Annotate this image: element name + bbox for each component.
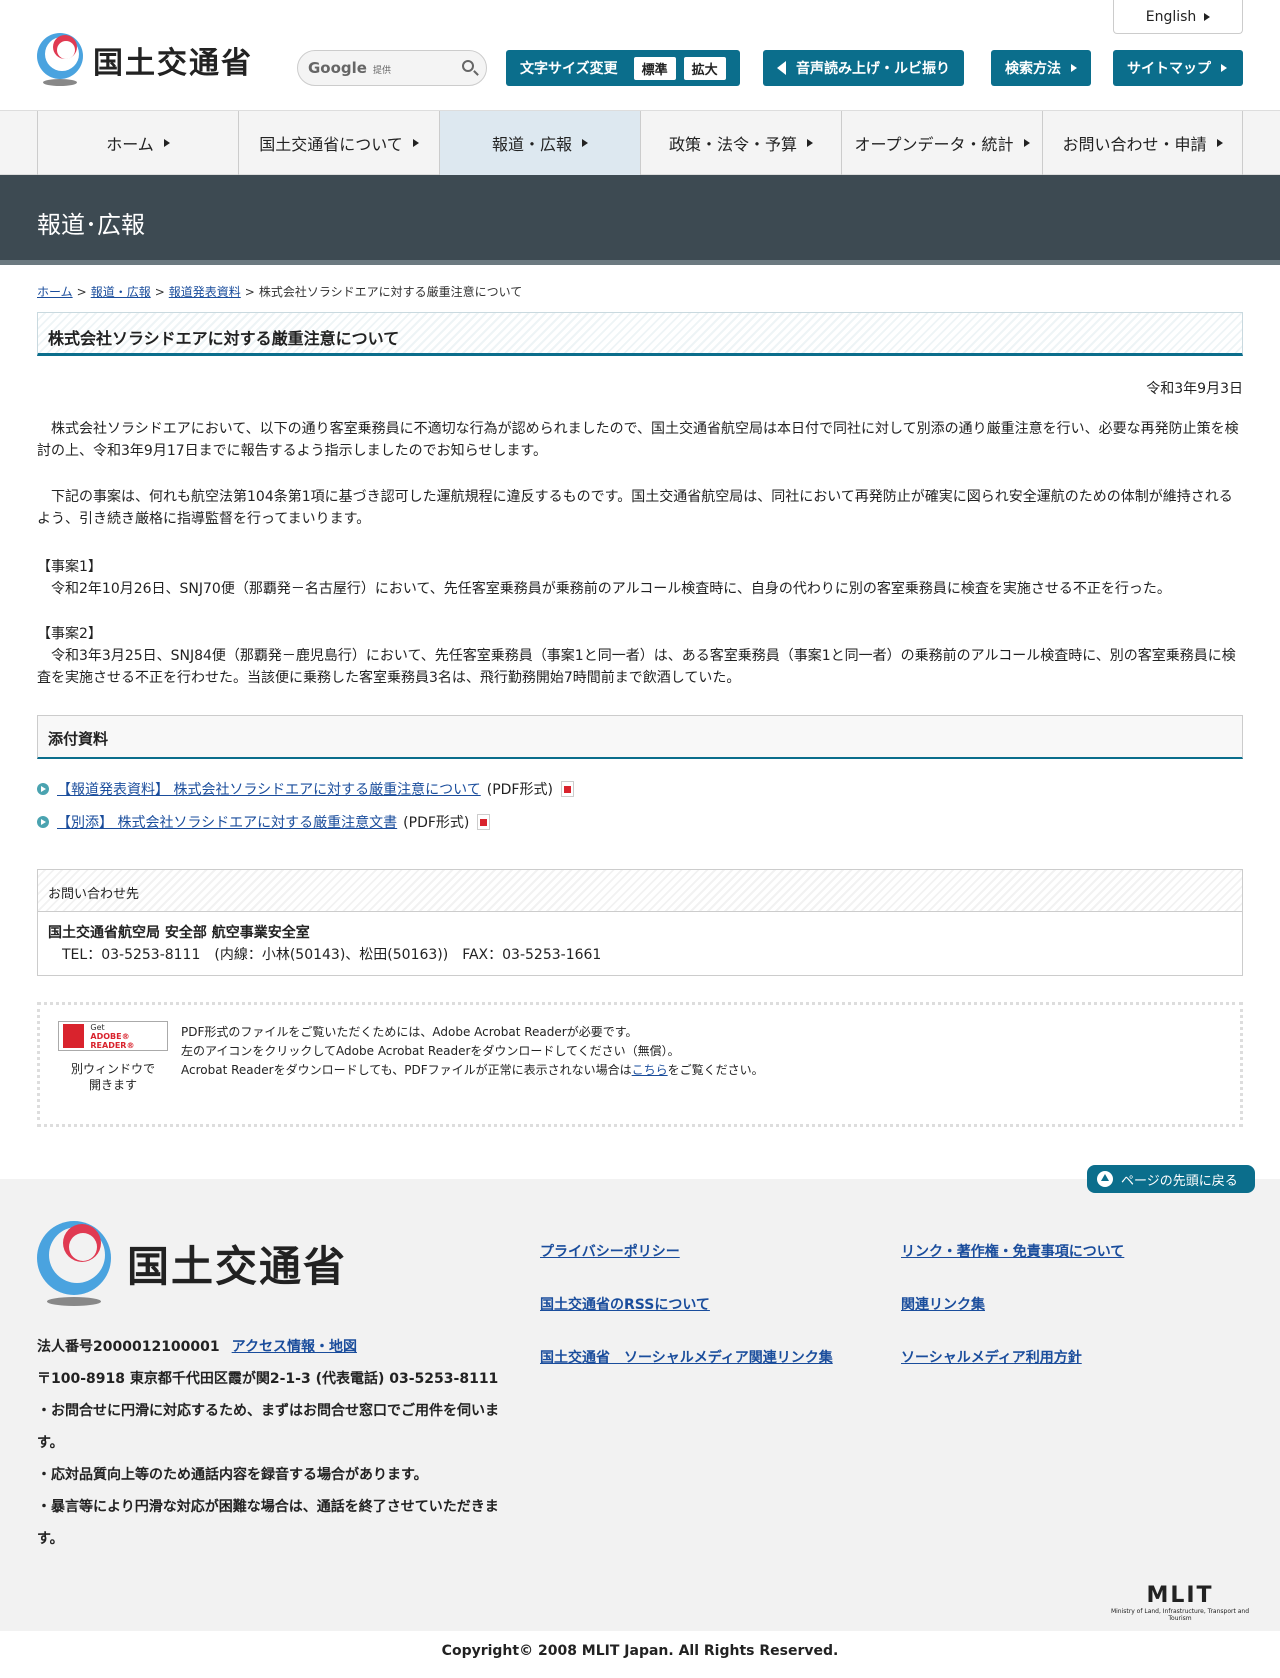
- intro-paragraph: 株式会社ソラシドエアにおいて、以下の通り客室乗務員に不適切な行為が認められました…: [37, 421, 1239, 459]
- nav-item-opendata[interactable]: オープンデータ・統計: [841, 111, 1042, 175]
- contact-org: 国土交通省航空局 安全部 航空事業安全室: [48, 925, 310, 941]
- attachment-link[interactable]: 【報道発表資料】 株式会社ソラシドエアに対する厳重注意について: [57, 779, 481, 799]
- logo-text: 国土交通省: [93, 46, 253, 81]
- bullet-arrow-icon: [37, 816, 49, 828]
- pdf-icon: [560, 781, 574, 797]
- nav-item-press[interactable]: 報道・広報: [439, 111, 640, 175]
- search-provider: Google 提供: [308, 59, 391, 77]
- related-links-link[interactable]: 関連リンク集: [901, 1294, 985, 1314]
- case2-title: 【事案2】: [37, 626, 102, 642]
- arrow-right-icon: [582, 139, 588, 147]
- speech-button[interactable]: 音声読み上げ・ルビ振り: [763, 50, 964, 86]
- pdf-icon: [477, 814, 491, 830]
- new-window-note: 別ウィンドウで 開きます: [70, 1062, 155, 1092]
- mlit-logo: MLIT Ministry of Land, Infrastructure, T…: [1110, 1583, 1250, 1622]
- font-size-control: 文字サイズ変更 標準 拡大: [506, 50, 740, 86]
- sitemap-button[interactable]: サイトマップ: [1113, 50, 1243, 86]
- page-title-bar: 報道･広報: [0, 175, 1280, 265]
- arrow-up-icon: [1097, 1171, 1113, 1187]
- site-logo[interactable]: 国土交通省: [37, 33, 253, 87]
- search-icon[interactable]: [462, 60, 474, 72]
- attachment-item: 【別添】 株式会社ソラシドエアに対する厳重注意文書 (PDF形式): [37, 812, 491, 832]
- breadcrumb-releases[interactable]: 報道発表資料: [169, 285, 241, 299]
- site-footer: 国土交通省 法人番号2000012100001 アクセス情報・地図 〒100-89…: [0, 1179, 1280, 1631]
- privacy-policy-link[interactable]: プライバシーポリシー: [540, 1241, 680, 1261]
- contact-box: お問い合わせ先 国土交通省航空局 安全部 航空事業安全室 TEL：03-5253…: [37, 869, 1243, 976]
- release-date: 令和3年9月3日: [1146, 381, 1243, 397]
- arrow-right-icon: [1204, 12, 1211, 21]
- contact-heading: お問い合わせ先: [38, 870, 1242, 912]
- global-nav: ホーム 国土交通省について 報道・広報 政策・法令・予算 オープンデータ・統計 …: [0, 111, 1280, 175]
- rss-link[interactable]: 国土交通省のRSSについて: [540, 1294, 710, 1314]
- site-header: 国土交通省 Google 提供 文字サイズ変更 標準 拡大 音声読み上げ・ルビ振り…: [0, 0, 1280, 111]
- font-size-large-button[interactable]: 拡大: [683, 56, 726, 80]
- article-title: 株式会社ソラシドエアに対する厳重注意について: [37, 312, 1243, 356]
- adobe-reader-notice: Get ADOBE® READER® 別ウィンドウで 開きます PDF形式のファイ…: [37, 1002, 1243, 1127]
- contact-tel: TEL：03-5253-8111 (内線：小林(50143)、松田(50163)…: [48, 947, 602, 963]
- bullet-arrow-icon: [37, 783, 49, 795]
- attachments-heading: 添付資料: [37, 715, 1243, 759]
- arrow-right-icon: [1023, 139, 1030, 147]
- nav-item-about[interactable]: 国土交通省について: [238, 111, 439, 175]
- adobe-reader-download-button[interactable]: Get ADOBE® READER®: [58, 1021, 168, 1051]
- social-policy-link[interactable]: ソーシャルメディア利用方針: [901, 1347, 1082, 1367]
- breadcrumb-home[interactable]: ホーム: [37, 285, 73, 299]
- mlit-emblem-icon: [37, 33, 85, 87]
- nav-item-contact[interactable]: お問い合わせ・申請: [1042, 111, 1243, 175]
- access-link[interactable]: アクセス情報・地図: [232, 1339, 357, 1355]
- adobe-icon: [63, 1024, 85, 1048]
- attachment-item: 【報道発表資料】 株式会社ソラシドエアに対する厳重注意について (PDF形式): [37, 779, 574, 799]
- arrow-right-icon: [1071, 64, 1077, 72]
- attachment-link[interactable]: 【別添】 株式会社ソラシドエアに対する厳重注意文書: [57, 812, 397, 832]
- breadcrumb: ホーム > 報道・広報 > 報道発表資料 > 株式会社ソラシドエアに対する厳重注意について: [37, 285, 523, 299]
- page-top-button[interactable]: ページの先頭に戻る: [1087, 1165, 1255, 1193]
- copyright-link[interactable]: リンク・著作権・免責事項について: [901, 1241, 1124, 1261]
- arrow-right-icon: [412, 139, 419, 147]
- case2-body: 令和3年3月25日、SNJ84便（那覇発－鹿児島行）において、先任客室乗務員（事…: [37, 648, 1236, 686]
- troubleshoot-link[interactable]: こちら: [632, 1063, 668, 1077]
- arrow-right-icon: [1221, 64, 1227, 72]
- breadcrumb-press[interactable]: 報道・広報: [91, 285, 151, 299]
- summary-paragraph: 下記の事案は、何れも航空法第104条第1項に基づき認可した運航規程に違反するもの…: [37, 489, 1233, 527]
- english-link[interactable]: English: [1113, 0, 1243, 34]
- case1-body: 令和2年10月26日、SNJ70便（那覇発－名古屋行）において、先任客室乗務員が…: [37, 581, 1171, 597]
- site-search-input[interactable]: Google 提供: [297, 50, 487, 86]
- case1-title: 【事案1】: [37, 559, 102, 575]
- adobe-message: PDF形式のファイルをご覧いただくためには、Adobe Acrobat Read…: [181, 1025, 764, 1077]
- footer-logo[interactable]: 国土交通省: [37, 1221, 347, 1306]
- social-links-link[interactable]: 国土交通省 ソーシャルメディア関連リンク集: [540, 1347, 833, 1367]
- search-method-button[interactable]: 検索方法: [991, 50, 1091, 86]
- nav-item-home[interactable]: ホーム: [37, 111, 238, 175]
- arrow-right-icon: [807, 139, 813, 147]
- arrow-right-icon: [163, 139, 170, 147]
- mlit-emblem-icon: [37, 1221, 113, 1306]
- speaker-icon: [777, 61, 786, 75]
- font-size-standard-button[interactable]: 標準: [633, 56, 676, 80]
- copyright: Copyright© 2008 MLIT Japan. All Rights R…: [0, 1631, 1280, 1678]
- footer-info: 法人番号2000012100001 アクセス情報・地図 〒100-8918 東京都…: [37, 1339, 499, 1547]
- arrow-right-icon: [1216, 139, 1223, 147]
- page-title: 報道･広報: [37, 211, 145, 239]
- nav-item-policy[interactable]: 政策・法令・予算: [640, 111, 841, 175]
- breadcrumb-current: 株式会社ソラシドエアに対する厳重注意について: [258, 285, 523, 299]
- font-size-label: 文字サイズ変更: [520, 61, 618, 77]
